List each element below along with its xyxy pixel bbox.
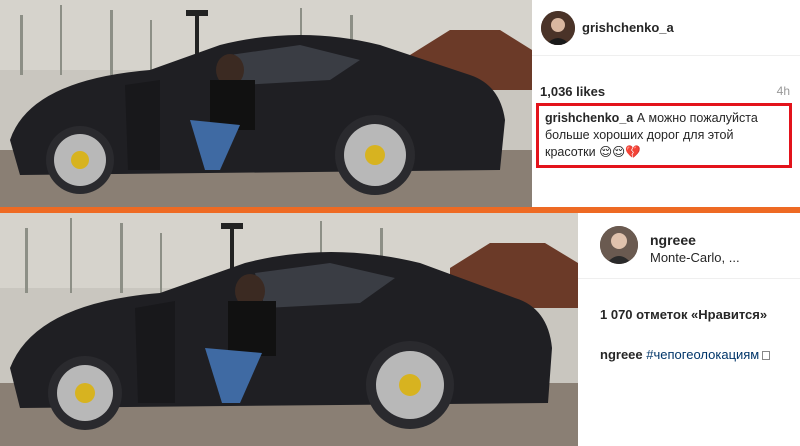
avatar[interactable]	[541, 11, 575, 45]
caption-hashtag[interactable]: #чепогеолокациям	[646, 347, 759, 362]
post-header: grishchenko_a	[532, 0, 800, 56]
post-photo-car[interactable]	[0, 0, 532, 207]
avatar[interactable]	[600, 226, 638, 264]
caption-username[interactable]: ngreee	[600, 347, 643, 362]
likes-count[interactable]: 1,036 likes	[540, 84, 605, 99]
post-sidebar: grishchenko_a 1,036 likes 4h grishchenko…	[532, 0, 800, 207]
location-link[interactable]: Monte-Carlo, ...	[650, 250, 740, 265]
post-sidebar: ngreee Monte-Carlo, ... 1 070 отметок «Н…	[578, 213, 800, 446]
post-photo-car[interactable]	[0, 213, 578, 446]
username-link[interactable]: grishchenko_a	[582, 20, 674, 35]
post-header: ngreee Monte-Carlo, ...	[578, 213, 800, 279]
post-copy: ngreee Monte-Carlo, ... 1 070 отметок «Н…	[0, 213, 800, 446]
post-time[interactable]: 4h	[777, 84, 790, 98]
caption-username[interactable]: grishchenko_a	[545, 111, 633, 125]
post-original: grishchenko_a 1,036 likes 4h grishchenko…	[0, 0, 800, 207]
caption-line: ngreee #чепогеолокациям	[600, 347, 771, 362]
missing-glyph-icon	[762, 351, 771, 360]
username-link[interactable]: ngreee	[650, 232, 696, 248]
likes-count[interactable]: 1 070 отметок «Нравится»	[600, 307, 767, 322]
caption-highlight-box: grishchenko_a А можно пожалуйста больше …	[536, 103, 792, 168]
